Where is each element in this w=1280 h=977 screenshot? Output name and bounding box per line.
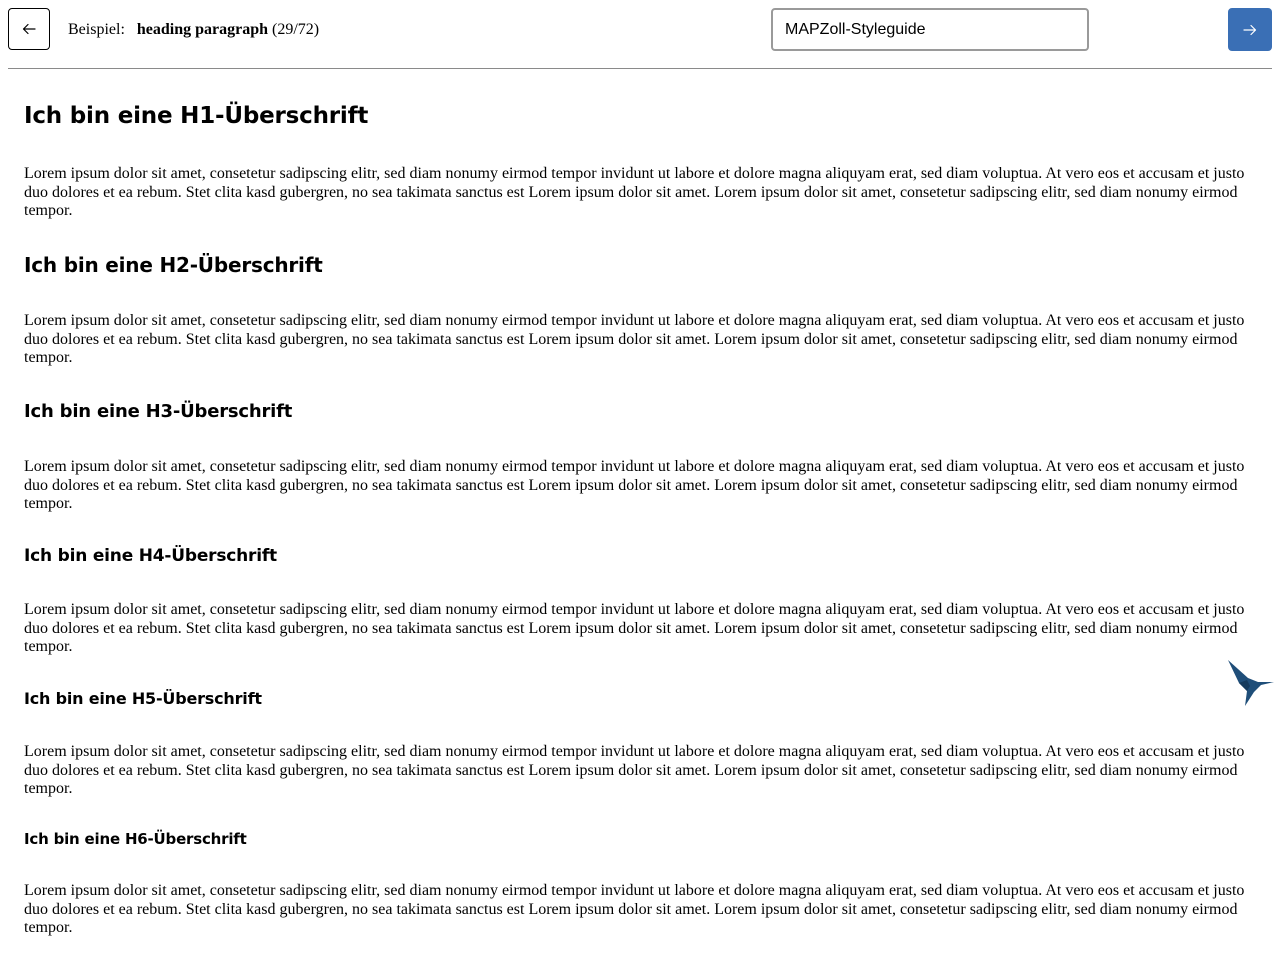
heading-h3: Ich bin eine H3-Überschrift: [24, 401, 293, 422]
back-button[interactable]: [8, 8, 50, 50]
heading-h5: Ich bin eine H5-Überschrift: [24, 689, 262, 708]
heading-h6: Ich bin eine H6-Überschrift: [24, 830, 247, 848]
paragraph: Lorem ipsum dolor sit amet, consetetur s…: [24, 882, 1245, 936]
paragraph: Lorem ipsum dolor sit amet, consetetur s…: [24, 312, 1245, 366]
heading-h4: Ich bin eine H4-Überschrift: [24, 546, 277, 566]
example-count: (29/72): [272, 21, 320, 38]
top-bar: Beispiel: heading paragraph (29/72): [0, 0, 1280, 62]
header-divider: [8, 68, 1272, 69]
paragraph: Lorem ipsum dolor sit amet, consetetur s…: [24, 743, 1245, 797]
paragraph: Lorem ipsum dolor sit amet, consetetur s…: [24, 165, 1245, 219]
heading-h1: Ich bin eine H1-Überschrift: [24, 103, 369, 129]
arrow-left-icon: [22, 23, 36, 35]
paragraph: Lorem ipsum dolor sit amet, consetetur s…: [24, 458, 1245, 512]
paragraph: Lorem ipsum dolor sit amet, consetetur s…: [24, 601, 1245, 655]
search-input[interactable]: [771, 8, 1089, 51]
arrow-right-icon: [1243, 24, 1257, 35]
example-breadcrumb: Beispiel: heading paragraph (29/72): [68, 20, 319, 40]
hummingbird-icon: [1228, 660, 1274, 706]
next-button[interactable]: [1228, 8, 1272, 51]
heading-h2: Ich bin eine H2-Überschrift: [24, 253, 323, 277]
example-name: heading paragraph: [136, 21, 269, 38]
example-label: Beispiel:: [68, 21, 125, 38]
